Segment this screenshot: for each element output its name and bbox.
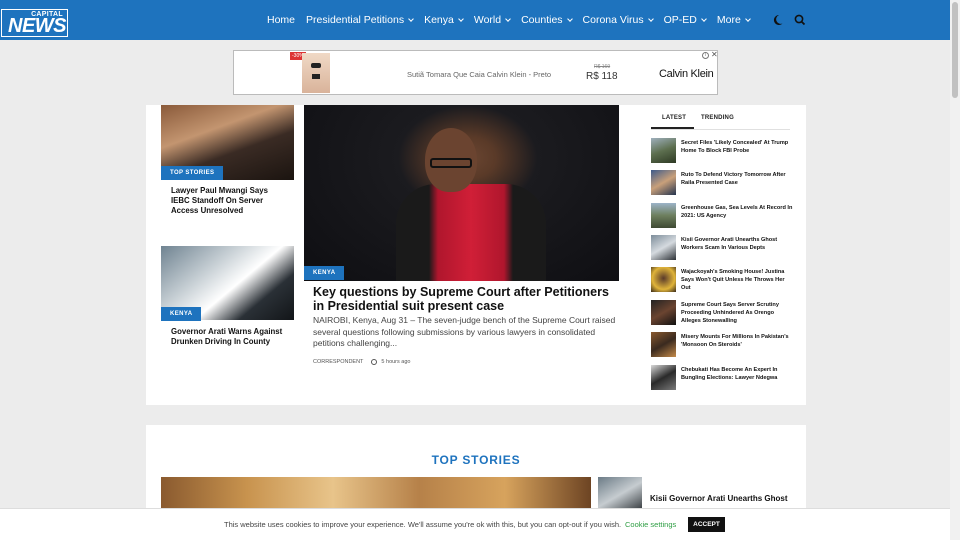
- list-item-thumbnail[interactable]: [651, 332, 676, 357]
- ad-info-icon[interactable]: i: [702, 52, 709, 59]
- list-item[interactable]: Kisii Governor Arati Unearths Ghost Work…: [651, 235, 791, 261]
- list-item-thumbnail[interactable]: [651, 300, 676, 325]
- chevron-down-icon: [701, 15, 707, 22]
- list-item[interactable]: Wajackoyah's Smoking House! Justina Says…: [651, 267, 791, 293]
- list-item-thumbnail[interactable]: [651, 267, 676, 292]
- ad-brand-logo[interactable]: Calvin Klein: [659, 68, 714, 80]
- chevron-down-icon: [745, 15, 751, 22]
- list-item[interactable]: Chebukati Has Become An Expert In Bungli…: [651, 365, 791, 391]
- main-nav: Home Presidential Petitions Kenya World …: [267, 0, 761, 40]
- list-item-title[interactable]: Wajackoyah's Smoking House! Justina Says…: [681, 268, 793, 292]
- main-image-robe: [396, 184, 546, 281]
- active-tab-indicator: [651, 127, 694, 129]
- list-item-title[interactable]: Kisii Governor Arati Unearths Ghost Work…: [681, 236, 793, 252]
- clock-icon: [371, 359, 378, 365]
- category-tag[interactable]: TOP STORIES: [161, 166, 224, 180]
- accept-button[interactable]: ACCEPT: [688, 517, 725, 532]
- list-item-title[interactable]: Secret Files 'Likely Concealed' At Trump…: [681, 139, 793, 155]
- site-logo[interactable]: CAPITAL NEWS: [1, 9, 68, 37]
- list-item-title[interactable]: Supreme Court Says Server Scrutiny Proce…: [681, 301, 793, 325]
- nav-label: Counties: [521, 14, 563, 26]
- nav-item-counties[interactable]: Counties: [521, 14, 573, 26]
- main-story-excerpt: NAIROBI, Kenya, Aug 31 – The seven-judge…: [313, 315, 616, 348]
- nav-item-corona-virus[interactable]: Corona Virus: [582, 14, 654, 26]
- list-item-thumbnail[interactable]: [651, 170, 676, 195]
- advertisement-banner[interactable]: -30% Sutiã Tomara Que Caia Calvin Klein …: [233, 50, 718, 95]
- cookie-message: This website uses cookies to improve you…: [224, 520, 622, 529]
- chevron-down-icon: [505, 15, 511, 22]
- tab-trending[interactable]: TRENDING: [701, 115, 734, 121]
- ad-product-name[interactable]: Sutiã Tomara Que Caia Calvin Klein - Pre…: [407, 70, 551, 79]
- chevron-down-icon: [458, 15, 464, 22]
- scrollbar-thumb[interactable]: [952, 2, 958, 98]
- list-item-thumbnail[interactable]: [651, 365, 676, 390]
- cookie-consent-bar: This website uses cookies to improve you…: [0, 508, 950, 540]
- nav-label: Home: [267, 14, 296, 26]
- chevron-down-icon: [408, 15, 414, 22]
- list-item[interactable]: Supreme Court Says Server Scrutiny Proce…: [651, 300, 791, 326]
- main-story-title[interactable]: Key questions by Supreme Court after Pet…: [313, 285, 623, 313]
- ad-old-price: R$ 169: [594, 64, 611, 70]
- top-story-title[interactable]: Kisii Governor Arati Unearths Ghost: [650, 494, 790, 504]
- timestamp: 5 hours ago: [381, 359, 411, 365]
- author-name[interactable]: CORRESPONDENT: [313, 359, 363, 365]
- nav-item-world[interactable]: World: [473, 14, 511, 26]
- nav-label: Corona Virus: [582, 14, 644, 26]
- nav-item-more[interactable]: More: [716, 14, 751, 26]
- list-item[interactable]: Misery Mounts For Millions In Pakistan's…: [651, 332, 791, 358]
- cookie-settings-link[interactable]: Cookie settings: [625, 520, 676, 529]
- nav-label: OP-ED: [663, 14, 697, 26]
- tab-latest[interactable]: LATEST: [662, 115, 686, 121]
- list-item-thumbnail[interactable]: [651, 138, 676, 163]
- nav-item-presidential-petitions[interactable]: Presidential Petitions: [306, 14, 414, 26]
- top-navigation-bar: CAPITAL NEWS Home Presidential Petitions…: [0, 0, 950, 40]
- story-title[interactable]: Lawyer Paul Mwangi Says IEBC Standoff On…: [171, 185, 286, 215]
- list-item-title[interactable]: Ruto To Defend Victory Tomorrow After Ra…: [681, 171, 793, 187]
- list-item-thumbnail[interactable]: [651, 203, 676, 228]
- nav-item-op-ed[interactable]: OP-ED: [663, 14, 707, 26]
- main-story-meta: CORRESPONDENT 5 hours ago: [313, 359, 410, 365]
- list-item[interactable]: Secret Files 'Likely Concealed' At Trump…: [651, 138, 791, 164]
- list-item-thumbnail[interactable]: [651, 235, 676, 260]
- ad-price: R$ 118: [586, 71, 618, 82]
- list-item-title[interactable]: Misery Mounts For Millions In Pakistan's…: [681, 333, 793, 349]
- nav-label: World: [473, 14, 502, 26]
- list-item[interactable]: Ruto To Defend Victory Tomorrow After Ra…: [651, 170, 791, 196]
- main-image-glasses: [430, 158, 472, 168]
- list-item-title[interactable]: Chebukati Has Become An Expert In Bungli…: [681, 366, 793, 382]
- moon-icon[interactable]: [773, 13, 787, 27]
- chevron-down-icon: [566, 15, 573, 22]
- nav-item-home[interactable]: Home: [267, 14, 295, 26]
- ad-product-image[interactable]: [302, 53, 330, 93]
- section-heading: TOP STORIES: [431, 453, 521, 467]
- story-title[interactable]: Governor Arati Warns Against Drunken Dri…: [171, 326, 286, 346]
- nav-label: Kenya: [424, 14, 454, 26]
- nav-item-kenya[interactable]: Kenya: [424, 14, 464, 26]
- top-story-thumbnail[interactable]: [598, 477, 642, 512]
- ad-close-icon[interactable]: ✕: [711, 50, 718, 59]
- nav-label: More: [716, 14, 741, 26]
- search-icon[interactable]: [793, 13, 807, 27]
- category-tag[interactable]: KENYA: [304, 266, 345, 280]
- list-item[interactable]: Greenhouse Gas, Sea Levels At Record In …: [651, 203, 793, 229]
- nav-label: Presidential Petitions: [306, 14, 405, 26]
- list-item-title[interactable]: Greenhouse Gas, Sea Levels At Record In …: [681, 204, 793, 220]
- category-tag[interactable]: KENYA: [161, 307, 202, 321]
- logo-news-text: NEWS: [8, 15, 67, 37]
- chevron-down-icon: [647, 15, 654, 22]
